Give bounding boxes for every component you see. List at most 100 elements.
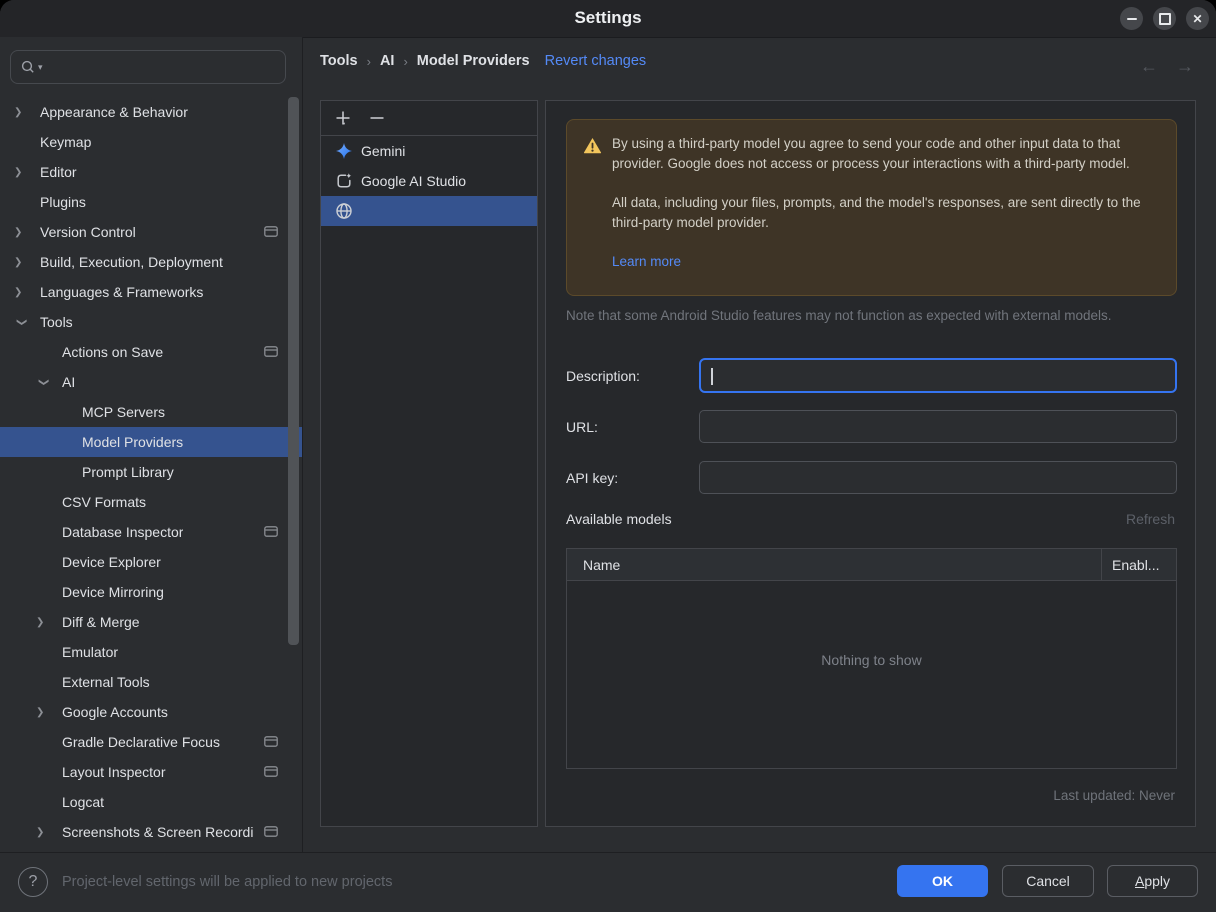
column-header-enabled[interactable]: Enabl... — [1102, 557, 1159, 573]
provider-item-custom[interactable] — [321, 196, 537, 226]
sidebar-item-device-mirroring[interactable]: Device Mirroring — [0, 577, 302, 607]
sidebar-item-logcat[interactable]: Logcat — [0, 787, 302, 817]
sidebar-item-label: Database Inspector — [62, 524, 183, 540]
sidebar-item-keymap[interactable]: Keymap — [0, 127, 302, 157]
warning-paragraph-1: By using a third-party model you agree t… — [612, 134, 1158, 173]
chevron-right-icon[interactable]: ❯ — [14, 287, 40, 298]
provider-list: Gemini Google AI Studio — [321, 136, 537, 226]
maximize-icon — [1159, 13, 1171, 25]
sidebar-item-diff-merge[interactable]: ❯Diff & Merge — [0, 607, 302, 637]
sidebar-item-label: Actions on Save — [62, 344, 163, 360]
sidebar-item-label: Keymap — [40, 134, 91, 150]
sidebar-item-tools[interactable]: ❯Tools — [0, 307, 302, 337]
column-header-name[interactable]: Name — [567, 549, 1102, 580]
provider-detail-panel: By using a third-party model you agree t… — [545, 100, 1196, 827]
chevron-right-icon[interactable]: ❯ — [14, 227, 40, 238]
minimize-button[interactable] — [1120, 7, 1143, 30]
sidebar-item-appearance-behavior[interactable]: ❯Appearance & Behavior — [0, 97, 302, 127]
api-key-field[interactable] — [699, 461, 1177, 494]
refresh-button[interactable]: Refresh — [1126, 511, 1175, 527]
add-provider-button[interactable] — [334, 109, 352, 127]
warning-paragraph-2: All data, including your files, prompts,… — [612, 193, 1158, 232]
close-button[interactable]: ✕ — [1186, 7, 1209, 30]
sidebar-item-device-explorer[interactable]: Device Explorer — [0, 547, 302, 577]
search-history-chevron-icon[interactable]: ▾ — [38, 62, 43, 73]
window-title: Settings — [0, 8, 1216, 28]
sidebar-item-model-providers[interactable]: Model Providers — [0, 427, 302, 457]
warning-icon — [583, 137, 602, 154]
breadcrumb-item-tools[interactable]: Tools — [320, 53, 358, 69]
sidebar-item-layout-inspector[interactable]: Layout Inspector — [0, 757, 302, 787]
forward-icon[interactable]: → — [1176, 56, 1194, 77]
chevron-right-icon[interactable]: ❯ — [14, 107, 40, 118]
last-updated-label: Last updated: Never — [1053, 788, 1175, 803]
remove-provider-button[interactable] — [368, 109, 386, 127]
sidebar-item-gradle-declarative-focus[interactable]: Gradle Declarative Focus — [0, 727, 302, 757]
sidebar-item-build-execution-deployment[interactable]: ❯Build, Execution, Deployment — [0, 247, 302, 277]
sidebar-item-plugins[interactable]: Plugins — [0, 187, 302, 217]
url-label: URL: — [566, 419, 598, 435]
globe-icon — [335, 202, 353, 220]
sidebar-item-screenshots-screen-recordi[interactable]: ❯Screenshots & Screen Recordi — [0, 817, 302, 847]
sidebar-item-label: Build, Execution, Deployment — [40, 254, 223, 270]
help-button[interactable]: ? — [18, 867, 48, 897]
sidebar-item-actions-on-save[interactable]: Actions on Save — [0, 337, 302, 367]
revert-changes-link[interactable]: Revert changes — [545, 53, 647, 69]
sidebar-item-label: Editor — [40, 164, 77, 180]
sidebar-item-languages-frameworks[interactable]: ❯Languages & Frameworks — [0, 277, 302, 307]
sidebar-item-label: Prompt Library — [82, 464, 174, 480]
ok-button[interactable]: OK — [897, 865, 988, 897]
sidebar-item-version-control[interactable]: ❯Version Control — [0, 217, 302, 247]
sidebar-item-ai[interactable]: ❯AI — [0, 367, 302, 397]
cancel-button[interactable]: Cancel — [1002, 865, 1094, 897]
breadcrumb: Tools › AI › Model Providers Revert changes — [320, 53, 646, 69]
apply-button[interactable]: Apply — [1107, 865, 1198, 897]
chevron-right-icon[interactable]: ❯ — [36, 707, 62, 718]
back-icon[interactable]: ← — [1140, 56, 1158, 77]
description-field[interactable] — [699, 358, 1177, 393]
breadcrumb-item-model-providers[interactable]: Model Providers — [417, 53, 530, 69]
sidebar-item-mcp-servers[interactable]: MCP Servers — [0, 397, 302, 427]
sidebar-item-label: Screenshots & Screen Recordi — [62, 824, 253, 840]
sidebar-item-label: Appearance & Behavior — [40, 104, 188, 120]
sidebar-item-database-inspector[interactable]: Database Inspector — [0, 517, 302, 547]
breadcrumb-item-ai[interactable]: AI — [380, 53, 395, 69]
sidebar-item-label: Plugins — [40, 194, 86, 210]
models-table-header: Name Enabl... — [567, 549, 1176, 581]
search-input[interactable]: ▾ — [10, 50, 286, 84]
provider-item-google-ai-studio[interactable]: Google AI Studio — [321, 166, 537, 196]
chevron-right-icon[interactable]: ❯ — [36, 617, 62, 628]
sidebar-item-emulator[interactable]: Emulator — [0, 637, 302, 667]
available-models-label: Available models — [566, 511, 672, 527]
sidebar-item-label: Logcat — [62, 794, 104, 810]
provider-item-gemini[interactable]: Gemini — [321, 136, 537, 166]
provider-label: Google AI Studio — [361, 173, 466, 189]
sidebar-item-editor[interactable]: ❯Editor — [0, 157, 302, 187]
chevron-right-icon[interactable]: ❯ — [36, 827, 62, 838]
frame-badge-icon — [264, 526, 278, 537]
url-field[interactable] — [699, 410, 1177, 443]
provider-label: Gemini — [361, 143, 405, 159]
breadcrumb-separator: › — [403, 54, 407, 69]
providers-toolbar — [321, 101, 537, 136]
learn-more-link[interactable]: Learn more — [612, 254, 681, 269]
breadcrumb-separator: › — [367, 54, 371, 69]
ai-studio-icon — [335, 172, 353, 190]
sidebar-item-external-tools[interactable]: External Tools — [0, 667, 302, 697]
third-party-warning-banner: By using a third-party model you agree t… — [566, 119, 1177, 296]
close-icon: ✕ — [1192, 13, 1202, 25]
history-nav: ← → — [1140, 56, 1194, 77]
sidebar-item-prompt-library[interactable]: Prompt Library — [0, 457, 302, 487]
sidebar-item-label: CSV Formats — [62, 494, 146, 510]
chevron-right-icon[interactable]: ❯ — [14, 167, 40, 178]
sidebar-item-label: Tools — [40, 314, 73, 330]
sidebar-item-label: Layout Inspector — [62, 764, 166, 780]
sidebar-item-csv-formats[interactable]: CSV Formats — [0, 487, 302, 517]
sidebar-item-label: MCP Servers — [82, 404, 165, 420]
title-bar: Settings ✕ — [0, 0, 1216, 38]
sidebar-item-google-accounts[interactable]: ❯Google Accounts — [0, 697, 302, 727]
maximize-button[interactable] — [1153, 7, 1176, 30]
frame-badge-icon — [264, 766, 278, 777]
sidebar-scrollbar[interactable] — [288, 97, 299, 645]
chevron-right-icon[interactable]: ❯ — [14, 257, 40, 268]
